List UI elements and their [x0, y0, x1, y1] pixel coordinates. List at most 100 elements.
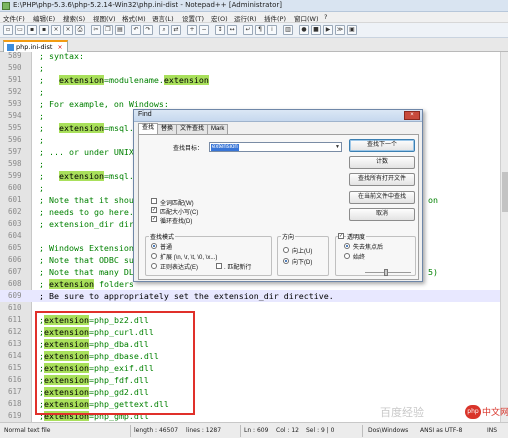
- line-number: 602: [8, 207, 22, 216]
- undo-icon[interactable]: ↶: [131, 25, 141, 35]
- tab-find[interactable]: 查找: [138, 123, 159, 134]
- save-macro-icon[interactable]: ▣: [347, 25, 357, 35]
- code-text: ; extension folders: [39, 278, 134, 290]
- menu-macro[interactable]: 宏(O): [211, 13, 228, 23]
- tab-mark[interactable]: Mark: [207, 124, 229, 134]
- open-file-icon[interactable]: ▭: [15, 25, 25, 35]
- menu-file[interactable]: 文件(F): [3, 13, 25, 23]
- line-number: 619: [8, 411, 22, 420]
- close-all-icon[interactable]: ×: [63, 25, 73, 35]
- scrollbar-thumb[interactable]: [502, 172, 508, 212]
- find-target-combobox[interactable]: extension ▼: [209, 142, 342, 152]
- line-number: 608: [8, 279, 22, 288]
- whole-word-checkbox[interactable]: [151, 198, 157, 204]
- find-icon[interactable]: ⌕: [159, 25, 169, 35]
- mode-normal-radio[interactable]: [151, 243, 157, 249]
- code-line[interactable]: 609 ; Be sure to appropriately set the ex…: [0, 290, 500, 302]
- status-lines: lines : 1287: [186, 427, 222, 434]
- sync-h-icon[interactable]: ↔: [227, 25, 237, 35]
- code-line[interactable]: 589 ; syntax:: [0, 52, 500, 62]
- record-macro-icon[interactable]: ●: [299, 25, 309, 35]
- dialog-close-icon[interactable]: ×: [404, 111, 420, 120]
- direction-down-radio[interactable]: [283, 258, 289, 264]
- mode-regex-radio[interactable]: [151, 263, 157, 269]
- code-segment: ;: [39, 75, 59, 85]
- menu-help[interactable]: ?: [324, 13, 327, 21]
- print-icon[interactable]: ⎙: [75, 25, 85, 35]
- tab-php-ini-dist[interactable]: php.ini-dist ×: [3, 40, 68, 52]
- code-segment: ; needs to go here.: [39, 207, 134, 217]
- wrap-around-checkbox[interactable]: ✓: [151, 216, 157, 222]
- vertical-scrollbar[interactable]: [500, 52, 508, 422]
- find-in-current-button[interactable]: 在当前文件中查找: [349, 191, 415, 204]
- mode-extended-radio[interactable]: [151, 253, 157, 259]
- menu-plugins[interactable]: 插件(P): [264, 13, 286, 23]
- transparency-slider[interactable]: [365, 269, 411, 276]
- transparency-checkbox[interactable]: ✓: [338, 233, 344, 239]
- count-button[interactable]: 计数: [349, 156, 415, 169]
- file-icon: [7, 44, 14, 51]
- search-mode-title: 查找模式: [149, 232, 176, 241]
- mode-regex-label: 正则表达式(E): [160, 265, 198, 271]
- code-segment: ; Windows Extension: [39, 243, 134, 253]
- menu-format[interactable]: 格式(M): [122, 13, 146, 23]
- code-text: ;: [39, 182, 44, 194]
- all-chars-icon[interactable]: ¶: [255, 25, 265, 35]
- line-number: 589: [8, 52, 22, 60]
- zoom-in-icon[interactable]: +: [187, 25, 197, 35]
- line-number: 597: [8, 147, 22, 156]
- copy-icon[interactable]: ❐: [103, 25, 113, 35]
- zoom-out-icon[interactable]: −: [199, 25, 209, 35]
- menu-run[interactable]: 运行(R): [234, 13, 257, 23]
- save-all-icon[interactable]: ▪: [39, 25, 49, 35]
- stop-macro-icon[interactable]: ■: [311, 25, 321, 35]
- search-highlight: extension: [58, 171, 104, 181]
- code-line[interactable]: 592;: [0, 86, 500, 98]
- cut-icon[interactable]: ✂: [91, 25, 101, 35]
- play-macro-icon[interactable]: ▶: [323, 25, 333, 35]
- user-lang-icon[interactable]: ▥: [283, 25, 293, 35]
- close-file-icon[interactable]: ×: [51, 25, 61, 35]
- cancel-button[interactable]: 取消: [349, 208, 415, 221]
- run-macro-multiple-icon[interactable]: ≫: [335, 25, 345, 35]
- code-text: ;: [39, 158, 44, 170]
- find-all-open-button[interactable]: 查找所有打开文件: [349, 173, 415, 186]
- menu-language[interactable]: 语言(L): [152, 13, 174, 23]
- replace-icon[interactable]: ⇄: [171, 25, 181, 35]
- code-text: ;: [39, 110, 44, 122]
- menu-edit[interactable]: 编辑(E): [33, 13, 55, 23]
- find-dialog-title-bar[interactable]: Find ×: [134, 110, 422, 122]
- save-icon[interactable]: ▪: [27, 25, 37, 35]
- redo-icon[interactable]: ↷: [143, 25, 153, 35]
- slider-knob[interactable]: [384, 269, 388, 276]
- code-segment: ; extension_dir dire: [39, 219, 139, 229]
- find-next-button[interactable]: 查找下一个: [349, 139, 415, 152]
- sync-v-icon[interactable]: ↕: [215, 25, 225, 35]
- code-line[interactable]: 591; extension=modulename.extension: [0, 74, 500, 86]
- menu-settings[interactable]: 设置(T): [182, 13, 204, 23]
- menu-view[interactable]: 视图(V): [93, 13, 116, 23]
- code-segment: =msql.: [103, 171, 134, 181]
- paste-icon[interactable]: ▤: [115, 25, 125, 35]
- chevron-down-icon[interactable]: ▼: [335, 144, 340, 151]
- code-segment: =modulename.: [103, 75, 164, 85]
- code-segment: ; Note that ODBC sup: [39, 255, 139, 265]
- tab-replace[interactable]: 替换: [157, 124, 178, 134]
- tab-find-in-files[interactable]: 文件查找: [176, 124, 209, 134]
- new-file-icon[interactable]: ▫: [3, 25, 13, 35]
- word-wrap-icon[interactable]: ↵: [243, 25, 253, 35]
- menu-search[interactable]: 搜索(S): [63, 13, 85, 23]
- code-line[interactable]: 590;: [0, 62, 500, 74]
- match-newline-checkbox[interactable]: [216, 263, 222, 269]
- match-case-checkbox[interactable]: ✓: [151, 207, 157, 213]
- direction-up-radio[interactable]: [283, 247, 289, 253]
- menu-window[interactable]: 窗口(W): [294, 13, 319, 23]
- transparency-always-radio[interactable]: [344, 253, 350, 259]
- line-number: 591: [8, 75, 22, 84]
- transparency-always-label: 始终: [353, 255, 366, 261]
- php-logo: php: [465, 405, 481, 419]
- indent-guide-icon[interactable]: ⁞: [267, 25, 277, 35]
- transparency-lose-focus-radio[interactable]: [344, 243, 350, 249]
- transparency-lose-focus-label: 失去焦点后: [353, 245, 384, 251]
- direction-down-label: 向下(D): [292, 260, 313, 266]
